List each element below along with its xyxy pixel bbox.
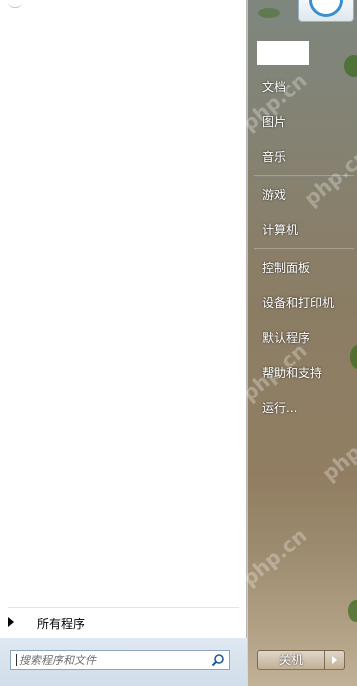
shutdown-control: 关机 [257, 650, 345, 670]
places-separator [254, 175, 354, 177]
wallpaper-leaf [344, 55, 357, 77]
place-pictures[interactable]: 图片 [262, 113, 286, 130]
user-name-box[interactable] [257, 41, 309, 65]
shutdown-button[interactable]: 关机 [257, 650, 325, 670]
place-computer[interactable]: 计算机 [262, 221, 298, 238]
user-picture-frame[interactable] [298, 0, 354, 22]
wallpaper-leaf [258, 8, 280, 18]
place-run[interactable]: 运行... [262, 399, 297, 416]
watermark-text: php.cn [237, 523, 312, 591]
shutdown-options-button[interactable] [325, 650, 345, 670]
place-music[interactable]: 音乐 [262, 148, 286, 165]
all-programs-label: 所有程序 [37, 617, 86, 631]
place-help-support[interactable]: 帮助和支持 [262, 364, 322, 381]
place-default-programs[interactable]: 默认程序 [262, 329, 310, 346]
all-programs-button[interactable]: 所有程序 [0, 611, 246, 635]
place-games[interactable]: 游戏 [262, 186, 286, 203]
watermark-text: php.cn [317, 418, 357, 486]
search-icon[interactable] [211, 653, 225, 667]
pinned-item-fragment [8, 2, 22, 8]
places-separator [254, 248, 354, 250]
programs-divider [8, 607, 239, 608]
place-devices-printers[interactable]: 设备和打印机 [262, 294, 334, 311]
search-band [0, 638, 247, 686]
wallpaper-leaf [350, 345, 357, 369]
wallpaper-leaf [348, 600, 357, 622]
place-documents[interactable]: 文档 [262, 78, 286, 95]
arrow-right-icon [332, 656, 337, 664]
search-input[interactable] [11, 651, 215, 669]
watermark-text: php.cn [299, 143, 357, 211]
user-picture-icon [309, 0, 343, 17]
programs-pane: 所有程序 [0, 0, 247, 686]
place-control-panel[interactable]: 控制面板 [262, 259, 310, 276]
places-pane: php.cn php.cn php.cn php.cn php.cn 文档 图片… [237, 0, 357, 686]
search-box[interactable] [10, 650, 230, 670]
arrow-right-icon [8, 617, 14, 627]
